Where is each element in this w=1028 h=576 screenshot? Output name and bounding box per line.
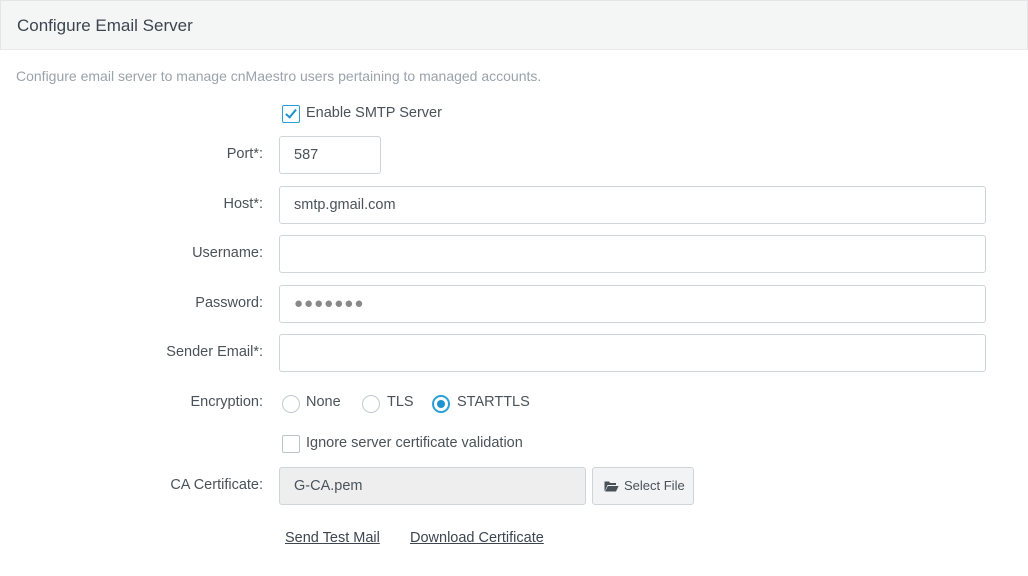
sender-email-label: Sender Email*: — [166, 344, 263, 360]
encryption-none-radio[interactable] — [282, 395, 300, 413]
enable-smtp-label: Enable SMTP Server — [306, 105, 442, 121]
select-file-button[interactable]: Select File — [592, 467, 694, 505]
username-input[interactable] — [279, 235, 986, 273]
password-label: Password: — [195, 295, 263, 311]
ca-certificate-filename: G-CA.pem — [279, 467, 586, 505]
encryption-starttls-label: STARTTLS — [457, 394, 530, 410]
password-masked-value: ●●●●●●● — [294, 295, 365, 312]
page-title: Configure Email Server — [17, 16, 193, 35]
encryption-starttls-radio[interactable] — [432, 395, 450, 413]
send-test-mail-link[interactable]: Send Test Mail — [285, 530, 380, 546]
username-label: Username: — [192, 245, 263, 261]
radio-selected-dot — [437, 400, 445, 408]
ignore-cert-label: Ignore server certificate validation — [306, 435, 523, 451]
download-certificate-link[interactable]: Download Certificate — [410, 530, 544, 546]
encryption-tls-radio[interactable] — [362, 395, 380, 413]
password-input[interactable]: ●●●●●●● — [279, 285, 986, 323]
host-input[interactable]: smtp.gmail.com — [279, 186, 986, 224]
panel-header: Configure Email Server — [0, 0, 1028, 50]
check-icon — [285, 106, 297, 119]
host-label: Host*: — [223, 196, 264, 212]
folder-open-icon — [604, 481, 619, 492]
enable-smtp-checkbox[interactable] — [282, 105, 300, 123]
ignore-cert-checkbox[interactable] — [282, 435, 300, 453]
sender-email-input[interactable] — [279, 334, 986, 372]
encryption-label: Encryption: — [190, 394, 263, 410]
page-description: Configure email server to manage cnMaest… — [16, 68, 542, 84]
ca-certificate-label: CA Certificate: — [170, 477, 263, 493]
port-label: Port*: — [226, 146, 263, 162]
port-input[interactable]: 587 — [279, 136, 381, 174]
select-file-label: Select File — [624, 478, 685, 493]
encryption-none-label: None — [306, 394, 341, 410]
encryption-tls-label: TLS — [387, 394, 414, 410]
